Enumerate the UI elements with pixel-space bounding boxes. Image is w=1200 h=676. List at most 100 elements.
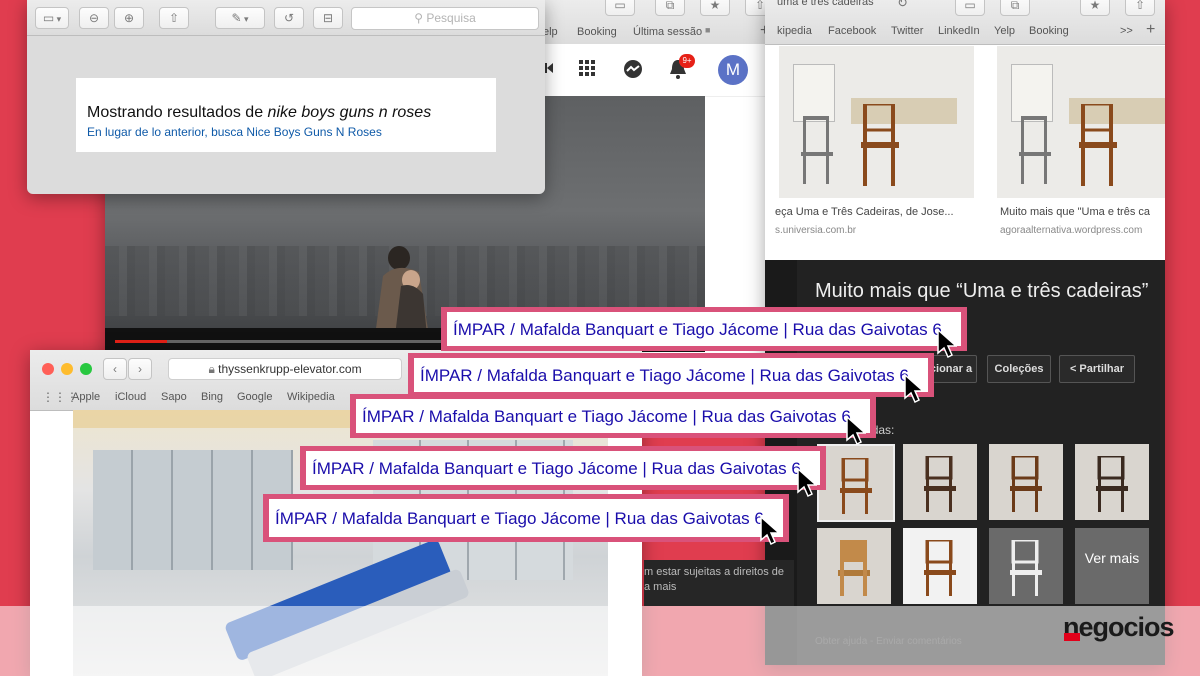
zoom-out-icon[interactable]: ⊖ [79,7,109,29]
related-image[interactable] [817,444,895,522]
image-result-thumbnail[interactable] [779,46,974,198]
avatar[interactable]: M [718,55,748,85]
original-query-link[interactable]: En lugar de lo anterior, busca Nice Boys… [87,125,382,139]
maximize-icon[interactable] [80,363,92,375]
sidebar-icon[interactable]: ▭ [605,0,635,16]
rights-text-area: m estar sujeitas a direitos de a mais [644,560,794,606]
zoom-in-icon[interactable]: ⊕ [114,7,144,29]
image-result-title[interactable]: eça Uma e Três Cadeiras, de Jose... [775,206,954,218]
search-result-box: ÍMPAR / Mafalda Banquart e Tiago Jácome … [414,358,928,392]
search-result-box: ÍMPAR / Mafalda Banquart e Tiago Jácome … [306,451,820,485]
bookmark-facebook[interactable]: Facebook [828,25,876,37]
search-input[interactable]: ⚲ Pesquisa [351,7,539,30]
markup-pen-button[interactable]: ✎ ▾ [215,7,265,29]
bookmark-linkedin[interactable]: LinkedIn [938,25,980,37]
image-result-thumbnail[interactable] [997,46,1165,198]
rights-text-line: m estar sujeitas a direitos de [644,566,785,578]
sidebar-toggle[interactable]: ▭ ▾ [35,7,69,29]
search-result-title[interactable]: ÍMPAR / Mafalda Banquart e Tiago Jácome … [420,366,909,386]
bookmark-icon[interactable]: ★ [1080,0,1110,16]
bookmark-icon[interactable]: ★ [700,0,730,16]
chair-icon [1010,540,1042,596]
chair-icon [1096,456,1128,512]
cursor-arrow-icon [904,374,924,404]
bookmark-booking[interactable]: Booking [577,26,617,38]
messenger-icon[interactable] [623,59,643,79]
tabs-icon[interactable]: ⧉ [1000,0,1030,16]
preview-title[interactable]: Muito mais que “Uma e três cadeiras” [815,280,1148,303]
image-result-title[interactable]: Muito mais que "Uma e três ca [1000,206,1150,218]
related-image[interactable] [903,528,977,604]
chair-icon [924,540,956,596]
bookmark-bing[interactable]: Bing [201,391,223,403]
video-progress-fill [115,340,168,343]
search-result-highlight[interactable]: ÍMPAR / Mafalda Banquart e Tiago Jácome … [263,494,789,542]
share-button[interactable]: < Partilhar [1059,355,1135,383]
search-results-window: ▭ ▾ ⊖ ⊕ ⇧ ✎ ▾ ↺ ⊟ ⚲ Pesquisa Mostrando r… [27,0,545,194]
wooden-chair [1079,104,1117,186]
rotate-icon[interactable]: ↺ [274,7,304,29]
feedback-link[interactable]: Enviar comentários [876,636,962,647]
search-result-title[interactable]: ÍMPAR / Mafalda Banquart e Tiago Jácome … [362,407,851,427]
bookmark-help[interactable]: elp [543,26,558,38]
bookmark-google[interactable]: Google [237,391,272,403]
search-result-highlight[interactable]: ÍMPAR / Mafalda Banquart e Tiago Jácome … [350,394,876,438]
bookmark-wikipedia[interactable]: Wikipedia [287,391,335,403]
see-more-tile[interactable]: Ver mais [1075,528,1149,604]
share-icon[interactable]: ⇧ [159,7,189,29]
related-image[interactable] [989,444,1063,520]
related-image[interactable] [1075,444,1149,520]
related-image[interactable] [989,528,1063,604]
search-result-box: ÍMPAR / Mafalda Banquart e Tiago Jácome … [269,499,783,537]
toolbox-icon[interactable]: ⊟ [313,7,343,29]
search-result-highlight[interactable]: ÍMPAR / Mafalda Banquart e Tiago Jácome … [300,446,826,490]
search-icon: ⚲ [414,11,427,25]
back-icon[interactable]: ‹ [103,358,127,380]
search-result-highlight[interactable]: ÍMPAR / Mafalda Banquart e Tiago Jácome … [408,353,934,397]
bottom-overlay [0,606,1200,676]
bookmark-twitter[interactable]: Twitter [891,25,923,37]
bookmark-sapo[interactable]: Sapo [161,391,187,403]
see-more-label: Ver mais [1084,550,1140,566]
corrected-query[interactable]: nike boys guns n roses [268,104,432,121]
tabs-icon[interactable]: ⧉ [655,0,685,16]
forward-icon[interactable]: › [128,358,152,380]
minimize-icon[interactable] [61,363,73,375]
bookmark-yelp[interactable]: Yelp [994,25,1015,37]
bookmarks-overflow[interactable]: >> [1120,25,1133,37]
apps-grid-icon[interactable] [579,60,595,76]
related-image[interactable] [817,528,891,604]
help-link[interactable]: Obter ajuda [815,636,867,647]
address-bar-url: thyssenkrupp-elevator.com [218,362,362,376]
chair-drawing [1019,116,1051,184]
address-bar[interactable]: 🔒︎ thyssenkrupp-elevator.com [168,358,402,380]
search-result-title[interactable]: ÍMPAR / Mafalda Banquart e Tiago Jácome … [275,509,764,529]
chair-icon [838,540,870,596]
cursor-arrow-icon [797,468,817,498]
chair-drawing [801,116,833,184]
share-icon[interactable]: ⇧ [1125,0,1155,16]
video-couple-figure [375,246,429,336]
collections-button[interactable]: Coleções [987,355,1051,383]
search-result-title[interactable]: ÍMPAR / Mafalda Banquart e Tiago Jácome … [453,320,942,340]
bookmark-wikipedia[interactable]: kipedia [777,25,812,37]
search-result-title[interactable]: ÍMPAR / Mafalda Banquart e Tiago Jácome … [312,459,801,479]
chevron-down-icon: ▾ [54,14,62,24]
pen-icon: ✎ [231,11,242,25]
bookmark-apple[interactable]: Apple [72,391,100,403]
bookmark-icloud[interactable]: iCloud [115,391,146,403]
square-icon: ■ [705,25,711,35]
reload-icon[interactable]: ↻ [897,0,908,11]
search-result-highlight[interactable]: ÍMPAR / Mafalda Banquart e Tiago Jácome … [441,307,967,351]
cursor-arrow-icon [846,416,866,446]
share-button-label: Partilhar [1079,363,1125,375]
bookmark-booking[interactable]: Booking [1029,25,1069,37]
sidebar-icon[interactable]: ▭ [955,0,985,16]
close-icon[interactable] [42,363,54,375]
bookmark-last-session[interactable]: Última sessão [633,26,702,38]
related-image[interactable] [903,444,977,520]
images-footer: Obter ajuda - Enviar comentários [815,636,962,647]
brand-logo-mark [1064,633,1080,641]
new-tab-icon[interactable]: + [1146,21,1155,39]
share-icon: < [1069,363,1080,375]
